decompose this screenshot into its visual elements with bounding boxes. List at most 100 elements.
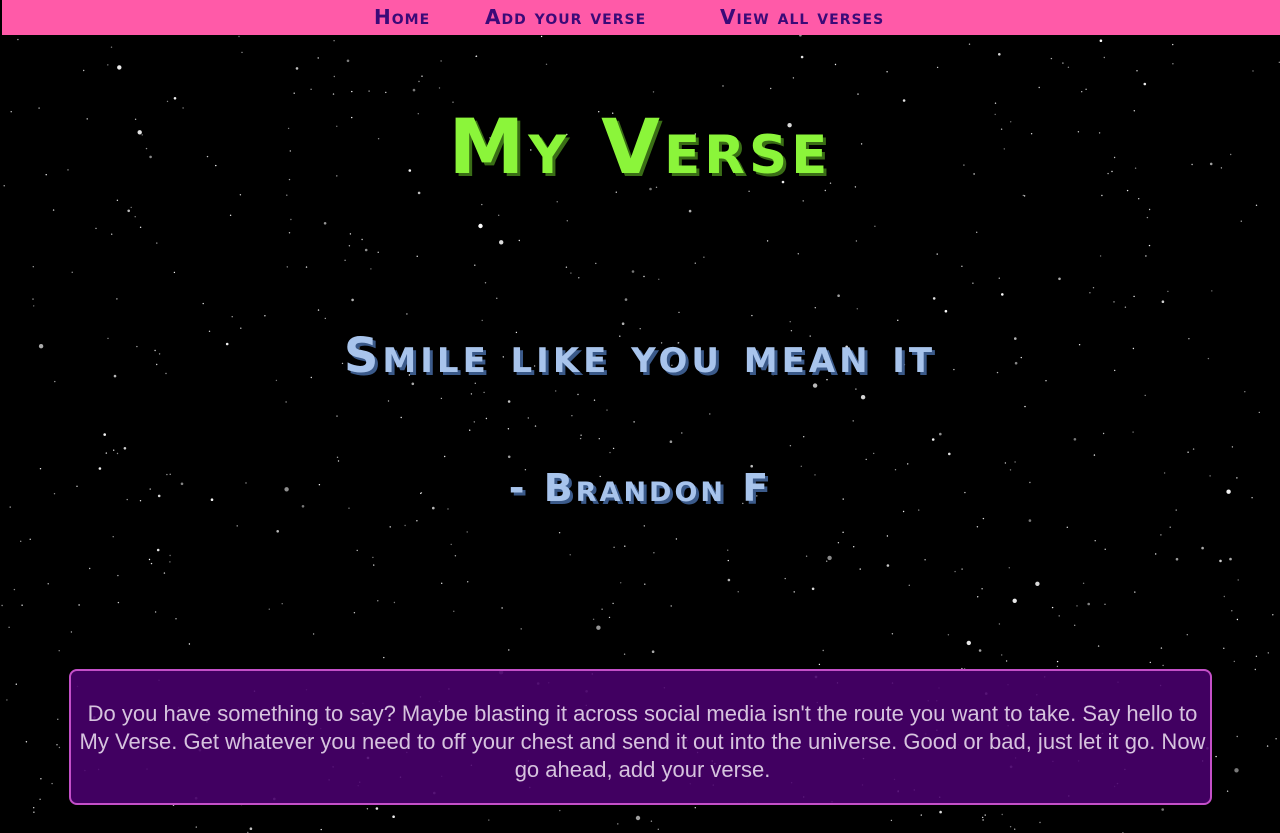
star <box>1219 559 1222 563</box>
star <box>366 808 369 810</box>
star <box>1148 208 1151 211</box>
star <box>15 683 17 685</box>
star <box>467 581 469 583</box>
star <box>579 437 582 440</box>
star <box>148 558 151 561</box>
nav-add-verse-link[interactable]: Add your verse <box>485 5 646 29</box>
star <box>440 60 442 62</box>
star <box>1160 647 1163 649</box>
nav-home-link[interactable]: Home <box>374 5 430 29</box>
star <box>1211 290 1213 292</box>
star <box>811 587 815 591</box>
star <box>29 538 31 540</box>
star <box>1004 462 1007 464</box>
star <box>570 272 572 274</box>
star <box>238 35 240 38</box>
star <box>1056 660 1059 663</box>
star <box>400 416 402 419</box>
nav-view-all-verses-link[interactable]: View all verses <box>720 5 884 29</box>
star <box>349 233 352 235</box>
star <box>117 65 122 70</box>
star <box>982 517 985 520</box>
star <box>78 604 80 606</box>
star <box>814 307 816 309</box>
star <box>1223 595 1226 598</box>
star <box>595 262 597 265</box>
star <box>1161 808 1164 811</box>
star <box>33 811 35 813</box>
star <box>559 809 561 812</box>
star <box>116 452 119 455</box>
star <box>383 656 385 659</box>
star <box>1104 548 1106 550</box>
star <box>1172 63 1174 65</box>
star <box>874 225 876 227</box>
star <box>856 308 858 310</box>
star <box>1231 446 1234 448</box>
star <box>982 816 984 819</box>
star <box>474 264 476 266</box>
star <box>348 245 351 247</box>
star <box>1001 654 1003 656</box>
star <box>150 562 153 565</box>
star <box>860 395 866 400</box>
star <box>842 531 844 533</box>
star <box>236 525 238 527</box>
star <box>1050 57 1053 60</box>
star <box>1169 526 1171 528</box>
star <box>968 43 971 45</box>
star <box>972 282 974 284</box>
star <box>473 421 475 423</box>
star <box>130 206 132 209</box>
star <box>364 248 368 252</box>
star <box>650 820 653 822</box>
star <box>373 564 375 566</box>
star <box>890 819 893 822</box>
star <box>623 653 626 655</box>
star <box>478 223 483 229</box>
star <box>1162 664 1164 667</box>
star <box>984 814 986 816</box>
star <box>1132 431 1134 433</box>
star <box>620 582 622 584</box>
star <box>976 231 978 233</box>
star <box>1056 665 1059 668</box>
star <box>534 425 537 427</box>
star <box>592 618 595 620</box>
star <box>508 649 510 651</box>
star <box>891 633 894 635</box>
star <box>1155 553 1157 555</box>
star <box>377 251 379 253</box>
star <box>351 90 353 93</box>
star <box>865 458 867 461</box>
star <box>117 574 119 577</box>
star <box>33 305 35 307</box>
star <box>982 819 984 821</box>
star <box>17 38 19 41</box>
star <box>1145 255 1147 257</box>
star <box>518 239 520 242</box>
star <box>727 559 729 562</box>
star <box>312 633 315 635</box>
star <box>320 828 322 831</box>
star <box>1160 534 1162 536</box>
star <box>112 536 114 538</box>
star <box>57 718 59 720</box>
star <box>613 546 615 548</box>
star <box>1008 567 1010 569</box>
star <box>1039 821 1041 824</box>
star <box>33 807 35 809</box>
star <box>1148 244 1151 247</box>
star <box>826 560 828 562</box>
star <box>793 591 795 593</box>
star <box>310 88 312 91</box>
star <box>416 520 418 522</box>
star <box>317 309 320 311</box>
star <box>156 548 160 552</box>
star <box>346 59 350 63</box>
star <box>1236 735 1238 738</box>
star <box>1266 745 1269 747</box>
star <box>293 92 295 94</box>
star <box>947 634 950 636</box>
star <box>13 588 16 591</box>
